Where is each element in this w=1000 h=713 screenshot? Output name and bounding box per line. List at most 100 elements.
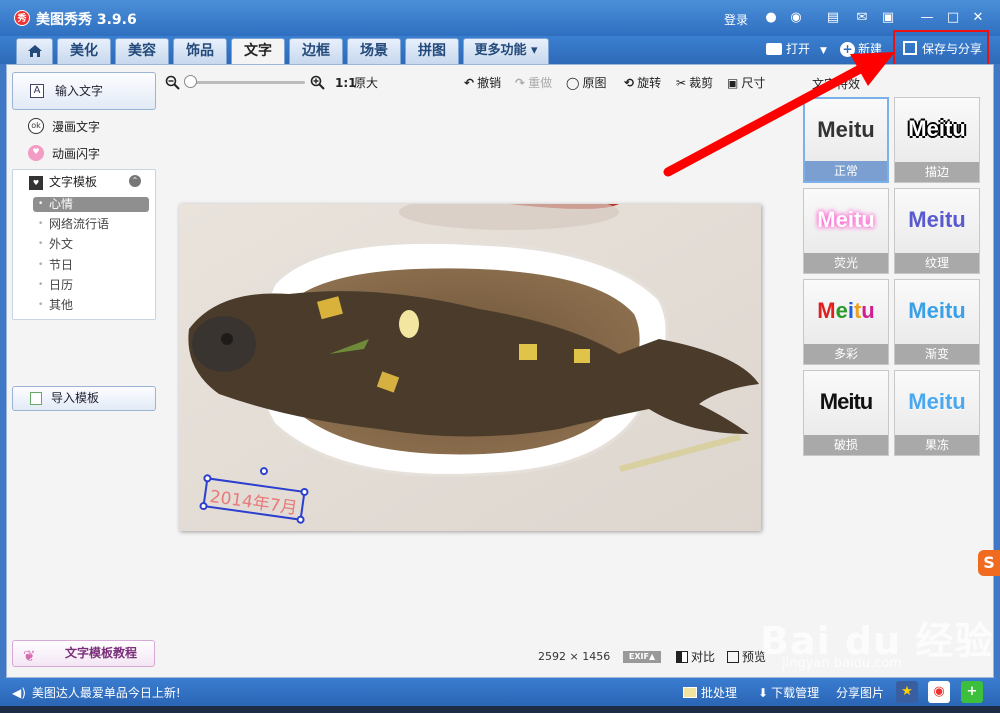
baidu-watermark-url: jingyan.baidu.com bbox=[782, 656, 902, 671]
rotate-button[interactable]: ⟲ 旋转 bbox=[624, 75, 661, 91]
app-title: 美图秀秀 3.9.6 bbox=[36, 12, 137, 28]
tab-bar: 美化 美容 饰品 文字 边框 场景 拼图 更多功能 ▾ 打开 ▼ + 新建 保存与分… bbox=[0, 36, 1000, 65]
template-tutorial-button[interactable]: ❦ 文字模板教程 bbox=[12, 640, 155, 667]
effect-stroke[interactable]: Meitu 描边 bbox=[894, 97, 980, 183]
effect-jelly[interactable]: Meitu 果冻 bbox=[894, 370, 980, 456]
fish-dish-photo bbox=[179, 204, 761, 531]
weibo-icon[interactable]: ◉ bbox=[787, 9, 805, 27]
login-link[interactable]: 登录 bbox=[724, 11, 748, 28]
crop-button[interactable]: ✂ 裁剪 bbox=[676, 75, 713, 91]
effect-preview-text: Meitu bbox=[908, 116, 966, 141]
comic-text-link[interactable]: ok 漫画文字 bbox=[28, 118, 100, 135]
tab-home[interactable] bbox=[16, 38, 53, 64]
qq-icon[interactable]: ● bbox=[762, 9, 780, 27]
folder-icon bbox=[766, 43, 782, 55]
effect-preview-text: Meitu bbox=[908, 298, 966, 323]
tab-more[interactable]: 更多功能 ▾ bbox=[463, 38, 549, 64]
template-item-calendar[interactable]: 日历 bbox=[33, 278, 149, 293]
template-item-internet-slang[interactable]: 网络流行语 bbox=[33, 217, 149, 232]
enter-text-button[interactable]: A 输入文字 bbox=[12, 72, 156, 110]
minimize-icon[interactable]: — bbox=[918, 9, 936, 27]
title-bar: 秀 美图秀秀 3.9.6 登录 ● ◉ ▤ ✉ ▣ — □ ✕ bbox=[0, 0, 1000, 36]
weibo-share-icon[interactable]: ◉ bbox=[928, 681, 950, 703]
tab-text[interactable]: 文字 bbox=[231, 38, 285, 65]
app-logo-icon: 秀 bbox=[14, 10, 30, 26]
tab-collage[interactable]: 拼图 bbox=[405, 38, 459, 64]
new-button[interactable]: + 新建 bbox=[840, 40, 882, 58]
download-manager-button[interactable]: ⬇ 下载管理 bbox=[758, 684, 819, 701]
text-a-icon: A bbox=[30, 84, 44, 98]
effect-normal[interactable]: Meitu 正常 bbox=[803, 97, 889, 183]
effect-preview-text: Meitu bbox=[817, 117, 875, 142]
home-icon bbox=[27, 45, 42, 57]
effect-preview-text: Meitu bbox=[817, 298, 875, 323]
tab-accessories[interactable]: 饰品 bbox=[173, 38, 227, 64]
skin-icon[interactable]: ▣ bbox=[879, 9, 897, 27]
tab-scene[interactable]: 场景 bbox=[347, 38, 401, 64]
download-icon: ⬇ bbox=[758, 686, 769, 700]
share-image-button[interactable]: 分享图片 bbox=[836, 684, 884, 701]
love-template-icon: ♥ bbox=[29, 175, 43, 190]
heart-icon: ♥ bbox=[28, 145, 44, 161]
zoom-slider-handle[interactable] bbox=[184, 75, 197, 88]
open-button[interactable]: 打开 ▼ bbox=[766, 40, 827, 60]
scissors-icon: ✂ bbox=[676, 76, 687, 90]
zoom-in-icon[interactable] bbox=[310, 75, 325, 94]
speaker-icon: ◀) bbox=[12, 686, 26, 700]
animated-text-link[interactable]: ♥ 动画闪字 bbox=[28, 145, 100, 162]
plus-circle-icon: + bbox=[840, 42, 855, 57]
template-item-mood[interactable]: 心情 bbox=[33, 197, 149, 212]
batch-icon bbox=[683, 687, 697, 698]
feedback-icon[interactable]: ✉ bbox=[853, 9, 871, 27]
effect-colorful[interactable]: Meitu 多彩 bbox=[803, 279, 889, 365]
undo-icon: ↶ bbox=[464, 76, 475, 90]
batch-button[interactable]: 批处理 bbox=[683, 684, 737, 701]
original-image-button[interactable]: ◯ 原图 bbox=[566, 75, 606, 91]
tutorial-icon: ❦ bbox=[23, 647, 36, 665]
image-size-label: 2592 × 1456 bbox=[538, 650, 611, 663]
compare-button[interactable]: 对比 bbox=[676, 648, 715, 665]
zoom-slider[interactable] bbox=[187, 81, 305, 84]
maximize-icon[interactable]: □ bbox=[944, 9, 962, 27]
compare-icon bbox=[676, 651, 688, 663]
zoom-out-icon[interactable] bbox=[165, 75, 180, 94]
effect-preview-text: Meitu bbox=[908, 207, 966, 232]
collapse-icon[interactable]: ⌃ bbox=[129, 175, 141, 187]
template-item-other[interactable]: 其他 bbox=[33, 298, 149, 313]
preview-icon bbox=[727, 651, 739, 663]
exif-button[interactable]: EXIF▲ bbox=[623, 651, 661, 663]
add-share-icon[interactable]: + bbox=[961, 681, 983, 703]
redo-button[interactable]: ↷ 重做 bbox=[515, 75, 552, 91]
effect-preview-text: Meitu bbox=[817, 207, 875, 232]
os-taskbar bbox=[0, 706, 1000, 713]
effect-texture[interactable]: Meitu 纹理 bbox=[894, 188, 980, 274]
template-item-holiday[interactable]: 节日 bbox=[33, 258, 149, 273]
resize-handle-tl[interactable] bbox=[202, 473, 212, 483]
status-bar: ◀) 美图达人最爱单品今日上新! 批处理 ⬇ 下载管理 分享图片 ★ ◉ + bbox=[0, 678, 1000, 706]
redo-icon: ↷ bbox=[515, 76, 526, 90]
template-item-foreign[interactable]: 外文 bbox=[33, 237, 149, 252]
effect-preview-text: Meitu bbox=[908, 389, 966, 414]
photo-canvas[interactable]: 2014年7月 bbox=[179, 204, 761, 531]
original-size-button[interactable]: 原大 bbox=[354, 75, 378, 91]
text-template-header[interactable]: ♥ 文字模板 bbox=[29, 173, 97, 190]
speech-bubble-icon: ok bbox=[28, 118, 44, 134]
effect-glow[interactable]: Meitu 荧光 bbox=[803, 188, 889, 274]
tab-cosmetic[interactable]: 美容 bbox=[115, 38, 169, 64]
rotate-icon: ⟲ bbox=[624, 76, 635, 90]
tab-frame[interactable]: 边框 bbox=[289, 38, 343, 64]
news-icon[interactable]: ▤ bbox=[824, 9, 842, 27]
size-button[interactable]: ▣ 尺寸 bbox=[727, 75, 765, 91]
side-badge-icon[interactable]: S bbox=[978, 550, 1000, 576]
text-template-panel: ♥文字模板 ⌃ 心情 网络流行语 外文 节日 日历 其他 bbox=[12, 169, 156, 320]
tab-beautify[interactable]: 美化 bbox=[57, 38, 111, 64]
resize-icon: ▣ bbox=[727, 76, 739, 90]
effect-preview-text: Meitu bbox=[819, 389, 873, 414]
effect-gradient[interactable]: Meitu 渐变 bbox=[894, 279, 980, 365]
news-ticker[interactable]: ◀) 美图达人最爱单品今日上新! bbox=[12, 684, 181, 701]
effect-broken[interactable]: Meitu 破损 bbox=[803, 370, 889, 456]
close-icon[interactable]: ✕ bbox=[969, 9, 987, 27]
qzone-icon[interactable]: ★ bbox=[896, 681, 918, 703]
import-template-button[interactable]: 导入模板 bbox=[12, 386, 156, 411]
undo-button[interactable]: ↶ 撤销 bbox=[464, 75, 501, 91]
